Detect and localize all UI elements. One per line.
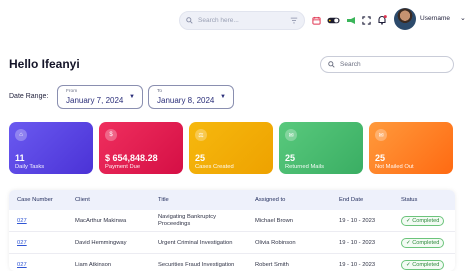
end-date-cell: 19 - 10 - 2023 [339,218,376,224]
assigned-cell: Robert Smith [255,262,289,268]
chevron-down-icon[interactable]: ⌄ [460,14,466,22]
search-placeholder: Search [340,61,361,68]
status-text: Completed [412,262,440,268]
card-label: Not Mailed Out [375,164,414,170]
date-to-picker[interactable]: To January 8, 2024 ▼ [148,85,234,109]
table-row[interactable]: 027 Liam Atkinson Securities Fraud Inves… [9,254,455,271]
title-cell: Urgent Criminal Investigation [158,240,233,246]
cases-table: Case Number Client Title Assigned to End… [9,190,455,271]
card-value: 25 [285,153,296,163]
currency-symbol: $ [105,153,111,163]
column-header[interactable]: Status [401,197,417,203]
case-number-link[interactable]: 027 [17,240,27,247]
status-text: Completed [412,218,440,224]
search-input[interactable]: Search [320,56,454,73]
card-daily-tasks[interactable]: ⌂ 11 Daily Tasks [9,122,93,174]
column-header[interactable]: Title [158,197,169,203]
search-icon [328,61,335,68]
column-header[interactable]: Case Number [17,197,53,203]
username[interactable]: Username [420,15,450,22]
card-not-mailed-out[interactable]: ✉ 25 Not Mailed Out [369,122,453,174]
date-to-value: January 8, 2024 [157,96,215,105]
megaphone-icon[interactable] [346,16,356,25]
home-icon: ⌂ [15,129,27,141]
card-label: Daily Tasks [15,164,45,170]
case-number-link[interactable]: 027 [17,262,27,269]
end-date-cell: 19 - 10 - 2023 [339,240,376,246]
date-from-value: January 7, 2024 [66,96,124,105]
payment-amount: 654,848.28 [112,153,158,163]
filter-icon[interactable] [290,17,298,24]
header-icons [312,13,387,27]
client-cell: Liam Atkinson [75,262,112,268]
card-value: 25 [195,153,206,163]
column-header[interactable]: Assigned to [255,197,285,203]
search-icon [186,17,193,24]
end-date-cell: 19 - 10 - 2023 [339,262,376,268]
status-badge: ✓ Completed [401,238,445,248]
status-badge: ✓ Completed [401,216,445,226]
card-payment-due[interactable]: $ $ 654,848.28 Payment Due [99,122,183,174]
assigned-cell: Michael Brown [255,218,294,224]
status-badge: ✓ Completed [401,260,445,270]
card-cases-created[interactable]: ⚖ 25 Cases Created [189,122,273,174]
notification-bell-icon[interactable] [377,15,387,25]
table-header: Case Number Client Title Assigned to End… [9,190,455,210]
date-from-picker[interactable]: From January 7, 2024 ▼ [57,85,143,109]
header-search-placeholder: Search here... [198,17,239,24]
fullscreen-icon[interactable] [362,15,371,25]
status-text: Completed [412,240,440,246]
mail-icon: ✉ [285,129,297,141]
title-cell: Navigating Bankruptcy Proceedings [158,214,216,227]
avatar[interactable] [394,8,416,30]
client-cell: MacArthur Makinwa [75,218,127,224]
theme-toggle-icon[interactable] [327,16,340,25]
card-returned-mails[interactable]: ✉ 25 Returned Mails [279,122,363,174]
calendar-icon[interactable] [312,16,321,25]
header-search-input[interactable]: Search here... [179,11,305,30]
column-header[interactable]: Client [75,197,90,203]
money-icon: $ [105,129,117,141]
card-label: Payment Due [105,164,141,170]
date-range-label: Date Range: [9,93,49,100]
card-value: $ 654,848.28 [105,153,177,163]
table-row[interactable]: 027 David Hemmingway Urgent Criminal Inv… [9,232,455,254]
table-row[interactable]: 027 MacArthur Makinwa Navigating Bankrup… [9,210,455,232]
case-number-link[interactable]: 027 [17,218,27,225]
card-value: 11 [15,153,25,163]
column-header[interactable]: End Date [339,197,363,203]
chevron-down-icon: ▼ [129,94,135,100]
card-label: Cases Created [195,164,234,170]
mail-x-icon: ✉ [375,129,387,141]
card-value: 25 [375,153,386,163]
top-bar: Search here... Username ⌄ [0,0,474,42]
title-cell: Securities Fraud Investigation [158,262,235,268]
page-title: Hello Ifeanyi [9,57,80,71]
card-label: Returned Mails [285,164,324,170]
assigned-cell: Olivia Robinson [255,240,296,246]
gavel-icon: ⚖ [195,129,207,141]
client-cell: David Hemmingway [75,240,127,246]
chevron-down-icon: ▼ [220,94,226,100]
